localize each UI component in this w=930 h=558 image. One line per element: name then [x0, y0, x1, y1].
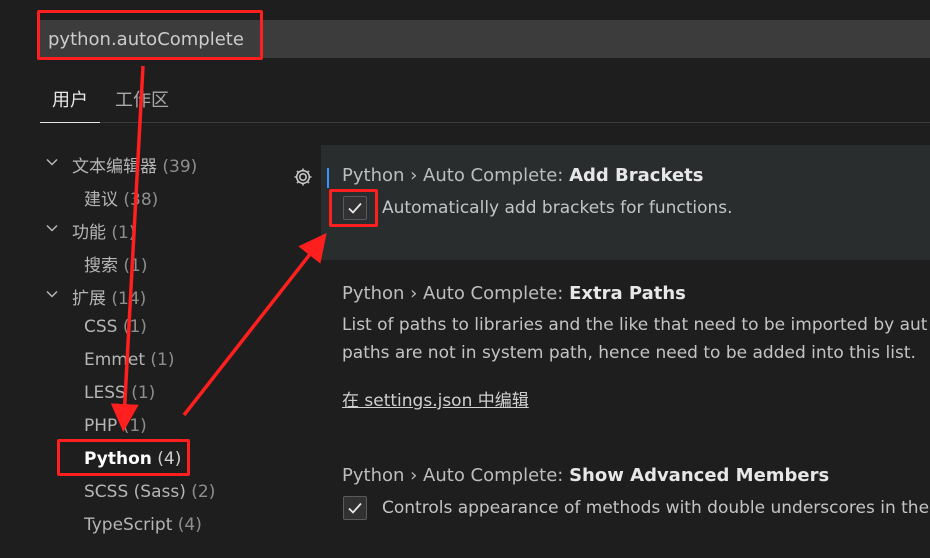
annotation-highlight-search	[37, 10, 263, 60]
toc-item-php[interactable]: PHP (1)	[84, 416, 147, 436]
chevron-down-icon	[46, 158, 58, 166]
toc-item-label: SCSS (Sass)	[84, 482, 186, 502]
edit-in-settings-json-link[interactable]: 在 settings.json 中编辑	[342, 386, 529, 411]
toc-item-count: (1)	[122, 416, 147, 436]
focus-indicator	[327, 168, 329, 188]
setting-title: Python › Auto Complete: Add Brackets	[342, 165, 704, 186]
setting-description: List of paths to libraries and the like …	[342, 315, 928, 335]
setting-category: Python › Auto Complete:	[342, 283, 570, 304]
setting-description: Automatically add brackets for functions…	[382, 198, 733, 218]
toc-item-text-editor[interactable]: 文本编辑器 (39)	[46, 152, 197, 177]
check-icon	[348, 502, 362, 514]
toc-item-label: 文本编辑器	[72, 157, 157, 177]
toc-item-label: PHP	[84, 416, 118, 436]
toc-item-count: (39)	[162, 157, 198, 177]
toc-item-count: (1)	[123, 256, 148, 276]
toc-item-css[interactable]: CSS (1)	[84, 317, 147, 337]
toc-item-search[interactable]: 搜索 (1)	[84, 251, 148, 276]
toc-item-label: 搜索	[84, 256, 118, 276]
chevron-down-icon	[46, 290, 58, 298]
toc-item-label: 建议	[84, 190, 118, 210]
annotation-highlight-python	[57, 439, 190, 476]
setting-description: paths are not in system path, hence need…	[342, 343, 916, 363]
toc-item-scss[interactable]: SCSS (Sass) (2)	[84, 482, 215, 502]
setting-category: Python › Auto Complete:	[342, 165, 570, 186]
setting-category: Python › Auto Complete:	[342, 465, 570, 486]
setting-title: Python › Auto Complete: Extra Paths	[342, 283, 686, 304]
toc-item-label: 功能	[72, 223, 106, 243]
toc-item-count: (1)	[122, 317, 147, 337]
setting-key: Extra Paths	[569, 283, 686, 304]
toc-item-features[interactable]: 功能 (1)	[46, 218, 136, 243]
show-advanced-members-checkbox[interactable]	[343, 496, 367, 520]
toc-item-count: (1)	[150, 350, 175, 370]
toc-item-typescript[interactable]: TypeScript (4)	[84, 515, 202, 535]
gear-icon[interactable]	[292, 166, 314, 188]
setting-key: Add Brackets	[569, 165, 704, 186]
setting-key: Show Advanced Members	[569, 465, 830, 486]
toc-item-count: (1)	[131, 383, 156, 403]
toc-item-count: (1)	[111, 223, 136, 243]
setting-title: Python › Auto Complete: Show Advanced Me…	[342, 465, 829, 486]
tab-workspace[interactable]: 工作区	[115, 86, 169, 112]
toc-item-extensions[interactable]: 扩展 (14)	[46, 284, 146, 309]
toc-item-count: (38)	[123, 190, 159, 210]
annotation-highlight-checkbox	[329, 189, 378, 227]
chevron-down-icon	[46, 224, 58, 232]
setting-description: Controls appearance of methods with doub…	[382, 498, 930, 518]
toc-item-count: (4)	[177, 515, 202, 535]
toc-item-suggestions[interactable]: 建议 (38)	[84, 185, 158, 210]
toc-item-label: CSS	[84, 317, 118, 337]
toc-item-label: TypeScript	[84, 515, 173, 535]
toc-item-label: 扩展	[72, 289, 106, 309]
toc-item-less[interactable]: LESS (1)	[84, 383, 155, 403]
settings-scope-tabs: 用户 工作区	[40, 76, 930, 123]
toc-item-count: (2)	[191, 482, 216, 502]
toc-item-count: (14)	[111, 289, 147, 309]
toc-item-emmet[interactable]: Emmet (1)	[84, 350, 175, 370]
toc-item-label: Emmet	[84, 350, 145, 370]
toc-item-label: LESS	[84, 383, 126, 403]
tab-user[interactable]: 用户	[40, 86, 100, 123]
